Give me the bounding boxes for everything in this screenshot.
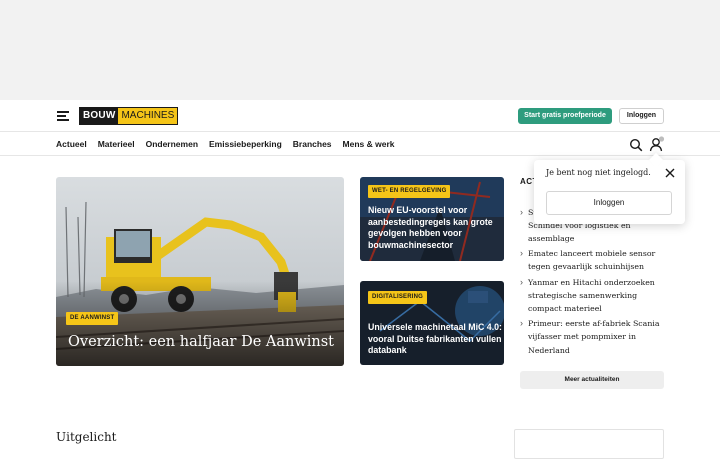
login-button[interactable]: Inloggen	[619, 108, 664, 124]
start-trial-button[interactable]: Start gratis proefperiode	[518, 108, 612, 124]
logo-part-machines: MACHINES	[118, 108, 178, 124]
hero-title[interactable]: Overzicht: een halfjaar De Aanwinst	[68, 334, 334, 350]
search-icon[interactable]	[629, 138, 643, 152]
list-item[interactable]: Yanmar en Hitachi onderzoeken strategisc…	[520, 276, 668, 316]
news-list: St Schindel voor logistiek en assemblage…	[520, 206, 668, 359]
card-title[interactable]: Universele machinetaal MiC 4.0: vooral D…	[368, 322, 502, 357]
article-card-mic[interactable]: DIGITALISERING Universele machinetaal Mi…	[360, 281, 504, 365]
nav-item-mens-werk[interactable]: Mens & werk	[343, 139, 395, 149]
user-icon[interactable]	[649, 136, 665, 152]
more-news-button[interactable]: Meer actualiteiten	[520, 371, 664, 389]
nav-item-materieel[interactable]: Materieel	[98, 139, 135, 149]
card-title[interactable]: Nieuw EU-voorstel voor aanbestedingregel…	[368, 205, 502, 251]
card-tag[interactable]: WET- EN REGELGEVING	[368, 185, 451, 198]
featured-heading: Uitgelicht	[56, 430, 117, 444]
hero-tag[interactable]: DE AANWINST	[66, 312, 119, 325]
list-item[interactable]: Primeur: eerste af-fabriek Scania vijfas…	[520, 317, 668, 357]
close-icon[interactable]	[664, 167, 676, 179]
nav-item-ondernemen[interactable]: Ondernemen	[146, 139, 198, 149]
popover-login-button[interactable]: Inloggen	[546, 191, 672, 215]
nav-item-actueel[interactable]: Actueel	[56, 139, 87, 149]
menu-icon[interactable]	[57, 111, 69, 121]
list-item[interactable]: Ematec lanceert mobiele sensor tegen gev…	[520, 247, 668, 273]
sidebar-box	[514, 429, 664, 459]
nav-item-emissiebeperking[interactable]: Emissiebeperking	[209, 139, 282, 149]
logo-part-bouw: BOUW	[80, 108, 119, 124]
main-nav: Actueel Materieel Ondernemen Emissiebepe…	[56, 139, 395, 149]
card-tag[interactable]: DIGITALISERING	[368, 291, 428, 304]
popover-message: Je bent nog niet ingelogd.	[546, 168, 651, 177]
ad-banner-space	[0, 0, 720, 100]
site-logo[interactable]: BOUW MACHINES	[79, 107, 179, 125]
nav-item-branches[interactable]: Branches	[293, 139, 332, 149]
login-popover: Je bent nog niet ingelogd. Inloggen	[534, 160, 685, 224]
article-card-eu-voorstel[interactable]: WET- EN REGELGEVING Nieuw EU-voorstel vo…	[360, 177, 504, 261]
